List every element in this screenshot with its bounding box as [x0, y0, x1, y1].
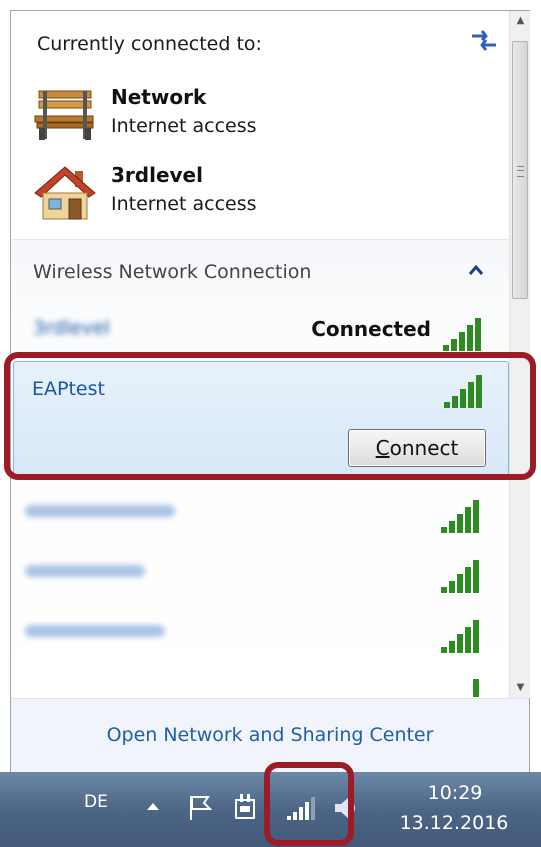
connected-title: Currently connected to: [37, 33, 262, 55]
power-plug-icon[interactable] [232, 792, 258, 822]
scroll-down-arrow-icon[interactable]: ▼ [510, 678, 531, 698]
chevron-up-icon[interactable] [467, 263, 485, 277]
network-sharing-center-link[interactable]: Open Network and Sharing Center [11, 699, 529, 772]
flyout-footer: Open Network and Sharing Center [11, 698, 529, 772]
connected-network-network: Network Internet access [33, 83, 493, 153]
highlight-box-network [4, 352, 536, 480]
connected-section: Currently connected to: Network Internet… [11, 11, 509, 239]
wireless-network-row[interactable] [11, 603, 509, 663]
network-status: Internet access [111, 115, 257, 137]
signal-strength-icon [441, 560, 479, 593]
show-hidden-icons-arrow-icon[interactable] [146, 800, 160, 812]
network-name-blurred [25, 625, 165, 637]
language-indicator[interactable]: DE [84, 792, 108, 812]
network-name: 3rdlevel [33, 317, 110, 339]
refresh-icon[interactable] [468, 27, 500, 55]
network-name-blurred [25, 505, 175, 517]
scroll-up-arrow-icon[interactable]: ▲ [510, 11, 531, 31]
house-icon [34, 166, 96, 220]
connected-network-3rdlevel: 3rdlevel Internet access [33, 161, 493, 231]
signal-strength-icon [473, 679, 479, 697]
network-name: Network [111, 85, 207, 109]
clock-time[interactable]: 10:29 [400, 782, 510, 804]
wireless-network-row[interactable] [11, 543, 509, 603]
network-name: 3rdlevel [111, 163, 203, 187]
highlight-box-tray [264, 762, 354, 846]
signal-strength-icon [443, 318, 481, 351]
network-status: Internet access [111, 193, 257, 215]
signal-strength-icon [441, 620, 479, 653]
wireless-section-title: Wireless Network Connection [33, 261, 312, 283]
signal-strength-icon [441, 500, 479, 533]
scrollbar-thumb[interactable] [512, 41, 528, 299]
action-center-flag-icon[interactable] [188, 794, 214, 822]
clock-date[interactable]: 13.12.2016 [392, 812, 516, 834]
network-name-blurred [25, 565, 145, 577]
connection-status: Connected [311, 317, 431, 341]
wireless-network-row[interactable] [11, 483, 509, 543]
park-bench-icon [34, 90, 94, 140]
grip-icon [517, 166, 524, 177]
